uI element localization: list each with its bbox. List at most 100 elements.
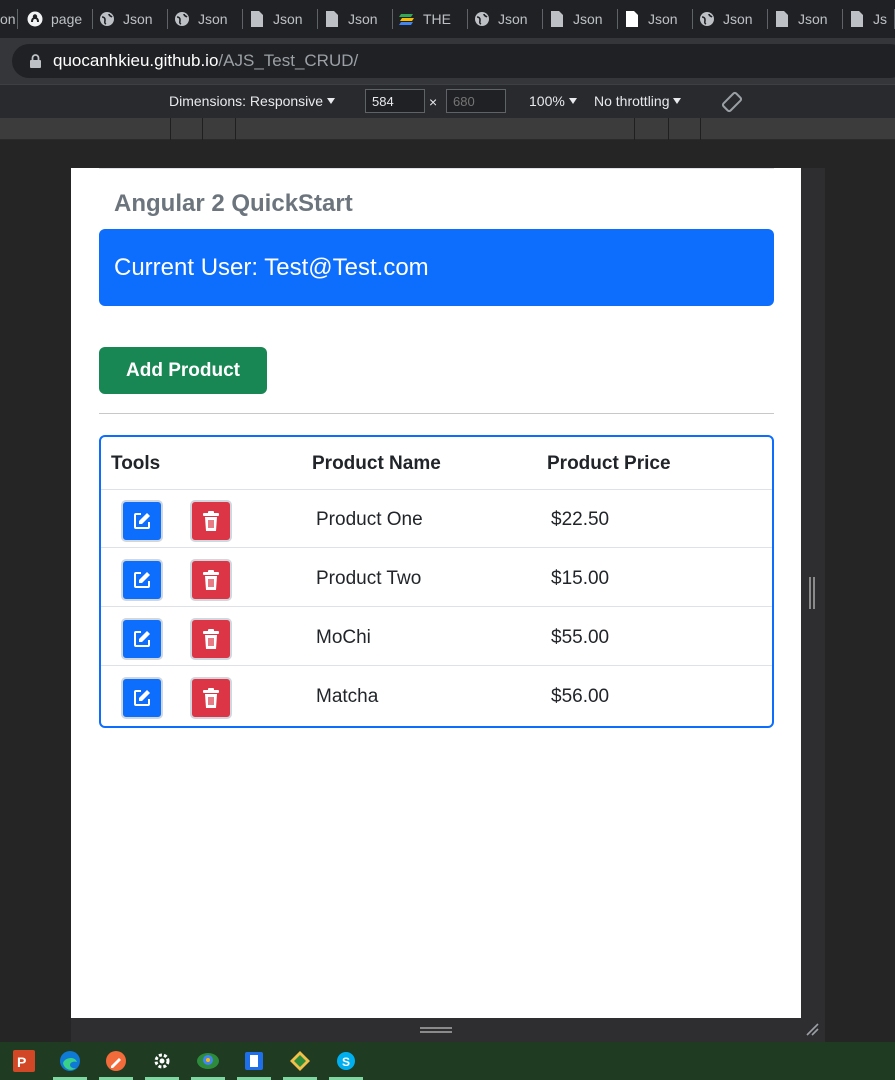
github-icon xyxy=(27,11,43,27)
product-price: $22.50 xyxy=(551,509,610,530)
edit-icon xyxy=(134,631,150,647)
caret-down-icon xyxy=(327,98,336,104)
table-row: Product One $22.50 xyxy=(101,489,772,548)
browser-tab[interactable]: Json xyxy=(168,0,243,38)
edit-icon xyxy=(134,513,150,529)
browser-tab[interactable]: Js xyxy=(843,0,895,38)
browser-tab[interactable]: page xyxy=(18,0,93,38)
pen-app-icon[interactable] xyxy=(99,1042,133,1080)
edit-button[interactable] xyxy=(121,677,163,719)
tab-label: Json xyxy=(648,11,678,27)
document-icon xyxy=(774,11,790,27)
browser-tab[interactable]: Json xyxy=(318,0,393,38)
delete-button[interactable] xyxy=(190,559,232,601)
tab-label: Json xyxy=(273,11,303,27)
zoom-label: 100% xyxy=(529,93,565,109)
dimensions-dropdown[interactable]: Dimensions: Responsive xyxy=(169,93,336,109)
document-icon xyxy=(324,11,340,27)
browser-tab[interactable]: Json xyxy=(768,0,843,38)
document-icon xyxy=(849,11,865,27)
edit-button[interactable] xyxy=(121,618,163,660)
svg-text:S: S xyxy=(342,1055,350,1069)
browser-tab[interactable]: Json xyxy=(93,0,168,38)
delete-button[interactable] xyxy=(190,677,232,719)
edit-button[interactable] xyxy=(121,559,163,601)
product-price: $55.00 xyxy=(551,627,610,648)
caret-down-icon xyxy=(568,98,577,104)
page-title: Angular 2 QuickStart xyxy=(114,190,353,217)
globe-icon xyxy=(99,11,115,27)
throttling-dropdown[interactable]: No throttling xyxy=(594,93,682,109)
product-name: Product Two xyxy=(316,568,422,589)
current-user-banner: Current User: Test@Test.com xyxy=(99,229,774,306)
product-name: Product One xyxy=(316,509,423,530)
resize-handle-side[interactable] xyxy=(809,577,815,609)
trash-icon xyxy=(203,629,219,649)
product-price: $56.00 xyxy=(551,686,610,707)
document-icon xyxy=(624,11,640,27)
tab-label: THE xyxy=(423,11,451,27)
table-row: Matcha $56.00 xyxy=(101,666,772,725)
divider xyxy=(99,413,774,414)
trash-icon xyxy=(203,688,219,708)
product-price: $15.00 xyxy=(551,568,610,589)
tab-label: page xyxy=(51,11,83,27)
column-header-name: Product Name xyxy=(312,453,441,474)
throttling-label: No throttling xyxy=(594,93,670,109)
svg-text:P: P xyxy=(17,1054,26,1070)
document-icon xyxy=(249,11,265,27)
tab-label: Json xyxy=(123,11,153,27)
edit-icon xyxy=(134,572,150,588)
skype-icon[interactable]: S xyxy=(329,1042,363,1080)
tab-label: Json xyxy=(198,11,228,27)
resize-handle-bottom[interactable] xyxy=(420,1027,452,1033)
browser-tab[interactable]: THE xyxy=(393,0,468,38)
tab-label: Js xyxy=(873,11,887,27)
products-table: Tools Product Name Product Price Product… xyxy=(99,435,774,728)
settings-icon[interactable] xyxy=(145,1042,179,1080)
width-input[interactable] xyxy=(365,89,425,113)
tab-strip: on page Json Json Json Json THE Json Jso… xyxy=(0,0,895,38)
powerpoint-icon[interactable]: P xyxy=(7,1042,41,1080)
tab-label: Json xyxy=(348,11,378,27)
lock-icon[interactable] xyxy=(30,54,41,68)
globe-icon xyxy=(174,11,190,27)
delete-button[interactable] xyxy=(190,618,232,660)
rotate-icon[interactable] xyxy=(720,90,744,114)
browser-tab[interactable]: on xyxy=(0,0,18,38)
url-path: /AJS_Test_CRUD/ xyxy=(218,51,359,70)
tab-label: Json xyxy=(498,11,528,27)
tab-label: Json xyxy=(723,11,753,27)
browser-tab[interactable]: Json xyxy=(618,0,693,38)
column-header-tools: Tools xyxy=(111,453,161,474)
tab-label: Json xyxy=(798,11,828,27)
divider xyxy=(99,168,774,169)
product-name: MoChi xyxy=(316,627,371,648)
globe-icon xyxy=(699,11,715,27)
add-product-button[interactable]: Add Product xyxy=(99,347,267,394)
resize-corner-icon[interactable] xyxy=(805,1022,819,1041)
table-header: Tools Product Name Product Price xyxy=(101,437,772,490)
browser-tab[interactable]: Json xyxy=(468,0,543,38)
browser-tab[interactable]: Json xyxy=(693,0,768,38)
table-row: Product Two $15.00 xyxy=(101,548,772,607)
app-icon[interactable] xyxy=(237,1042,271,1080)
browser-tab[interactable]: Json xyxy=(243,0,318,38)
edit-button[interactable] xyxy=(121,500,163,542)
edit-icon xyxy=(134,690,150,706)
height-input[interactable] xyxy=(446,89,506,113)
caret-down-icon xyxy=(673,98,682,104)
browser-tab[interactable]: Json xyxy=(543,0,618,38)
tab-label: on xyxy=(0,11,16,27)
table-row: MoChi $55.00 xyxy=(101,607,772,666)
current-user-text: Current User: Test@Test.com xyxy=(114,253,429,281)
emulated-page: Angular 2 QuickStart Current User: Test@… xyxy=(71,168,801,1018)
globe-icon xyxy=(474,11,490,27)
dimensions-label: Dimensions: Responsive xyxy=(169,93,324,109)
photos-icon[interactable] xyxy=(191,1042,225,1080)
edge-icon[interactable] xyxy=(53,1042,87,1080)
address-bar[interactable]: quocanhkieu.github.io/AJS_Test_CRUD/ xyxy=(12,44,895,78)
git-icon[interactable] xyxy=(283,1042,317,1080)
zoom-dropdown[interactable]: 100% xyxy=(529,93,577,109)
delete-button[interactable] xyxy=(190,500,232,542)
